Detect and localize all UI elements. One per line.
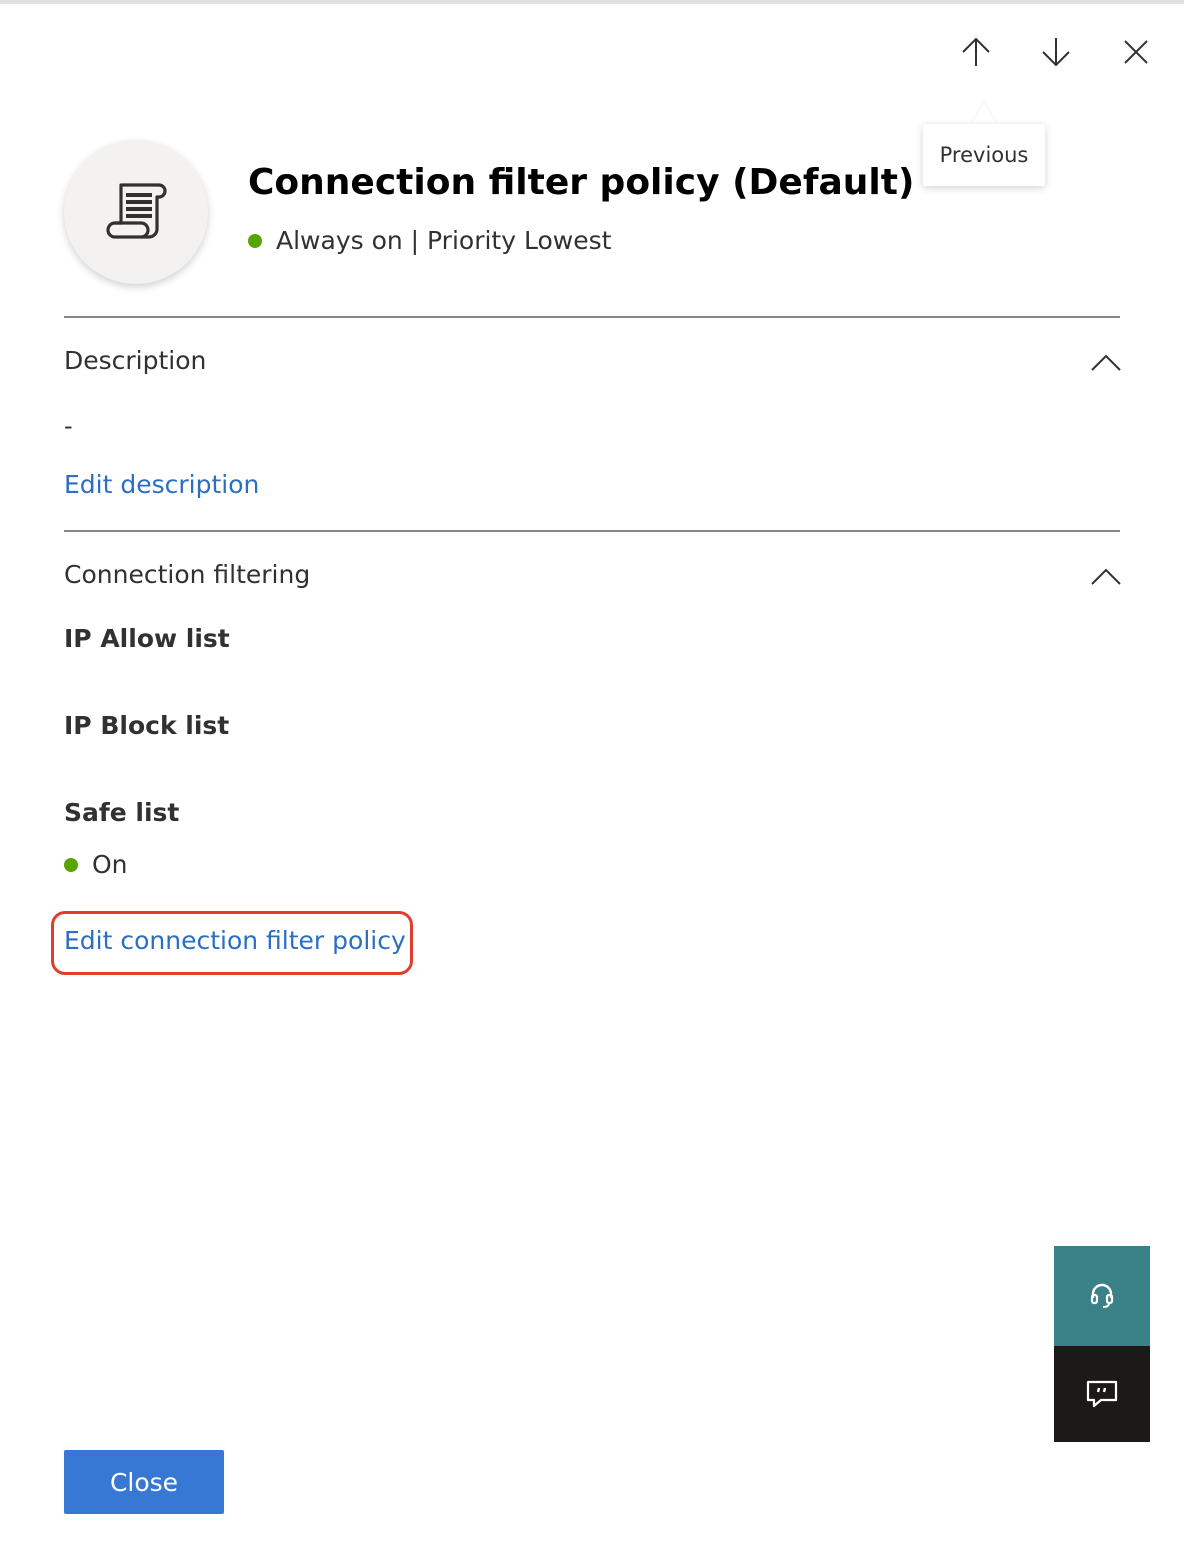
close-button[interactable]: Close — [64, 1450, 224, 1514]
connection-filtering-section-title: Connection filtering — [64, 560, 311, 589]
headset-icon — [1090, 1283, 1114, 1308]
page-title: Connection filter policy (Default) — [248, 162, 915, 203]
policy-status: Always on | Priority Lowest — [248, 226, 611, 255]
ip-allow-list-label: IP Allow list — [64, 624, 230, 653]
feedback-button[interactable] — [1054, 1346, 1150, 1442]
divider — [64, 316, 1120, 318]
description-section-title: Description — [64, 346, 207, 375]
arrow-down-icon — [1042, 38, 1070, 67]
policy-status-text: Always on | Priority Lowest — [276, 226, 612, 255]
ip-block-list-label: IP Block list — [64, 711, 230, 740]
previous-button[interactable] — [954, 30, 998, 74]
arrow-up-icon — [962, 37, 990, 66]
edit-connection-filter-policy-link[interactable]: Edit connection filter policy — [64, 926, 406, 955]
chevron-up-icon[interactable] — [1090, 352, 1122, 372]
feedback-icon — [1086, 1380, 1118, 1408]
top-border — [0, 0, 1184, 4]
tooltip-beak — [972, 102, 996, 124]
policy-avatar — [64, 140, 208, 284]
chevron-up-icon[interactable] — [1090, 566, 1122, 586]
close-panel-button[interactable] — [1114, 30, 1158, 74]
divider — [64, 530, 1120, 532]
status-dot-icon — [248, 233, 262, 248]
previous-tooltip: Previous — [923, 124, 1045, 186]
status-dot-icon — [64, 857, 78, 872]
next-button[interactable] — [1034, 30, 1078, 74]
scroll-policy-icon — [106, 183, 167, 239]
close-icon — [1124, 40, 1148, 64]
help-button[interactable] — [1054, 1246, 1150, 1346]
safe-list-status-text: On — [92, 850, 128, 879]
description-value: - — [64, 412, 73, 440]
safe-list-status: On — [64, 850, 128, 879]
safe-list-label: Safe list — [64, 798, 180, 827]
edit-description-link[interactable]: Edit description — [64, 470, 259, 499]
